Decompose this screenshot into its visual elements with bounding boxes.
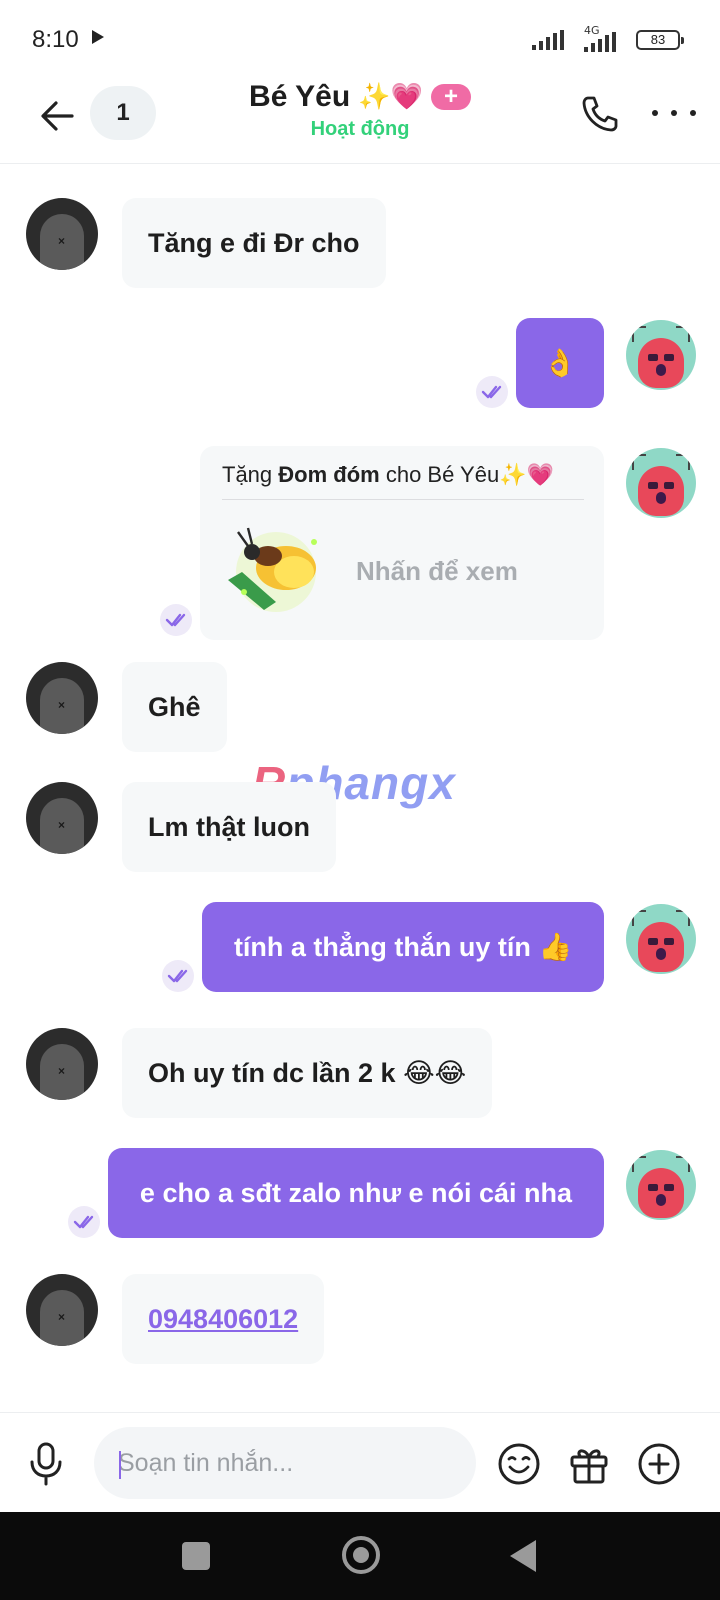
message-bubble-outgoing[interactable]: tính a thẳng thắn uy tín 👍 xyxy=(202,902,604,992)
home-button[interactable] xyxy=(342,1536,380,1574)
message-input[interactable] xyxy=(94,1427,476,1499)
message-bubble-incoming[interactable]: Ghê xyxy=(122,662,227,752)
my-avatar[interactable] xyxy=(626,448,696,518)
message-bubble-incoming[interactable]: Lm thật luon xyxy=(122,782,336,872)
contact-avatar[interactable]: × xyxy=(26,1028,98,1100)
message-composer xyxy=(0,1412,720,1512)
gift-message-card[interactable]: Tặng Đom đóm cho Bé Yêu✨💗 Nhấn để xem xyxy=(200,446,604,640)
microphone-icon[interactable] xyxy=(26,1441,66,1487)
message-bubble-incoming[interactable]: Oh uy tín dc lần 2 k 😂😂 xyxy=(122,1028,493,1118)
signal-4g-icon xyxy=(584,32,616,52)
signal-icon xyxy=(532,30,564,50)
contact-name: Bé Yêu xyxy=(249,80,351,113)
gift-title: Tặng Đom đóm cho Bé Yêu✨💗 xyxy=(222,462,554,488)
recent-apps-button[interactable] xyxy=(182,1542,210,1570)
play-icon xyxy=(92,30,104,44)
message-bubble-outgoing[interactable]: e cho a sđt zalo như e nói cái nha xyxy=(108,1148,604,1238)
message-bubble-incoming[interactable]: 0948406012 xyxy=(122,1274,325,1364)
message-bubble-outgoing[interactable]: 👌 xyxy=(516,318,604,408)
system-nav-bar xyxy=(0,1512,720,1600)
seen-check-icon xyxy=(476,376,508,408)
system-back-button[interactable] xyxy=(510,1540,536,1572)
plus-icon[interactable] xyxy=(636,1441,682,1487)
status-time: 8:10 xyxy=(32,26,79,53)
thumbs-up-emoji: 👍 xyxy=(538,932,573,963)
seen-check-icon xyxy=(68,1206,100,1238)
firefly-gift-icon xyxy=(228,527,317,612)
contact-avatar[interactable]: × xyxy=(26,782,98,854)
message-list[interactable]: × Tăng e đi Đr cho 👌 Tặng Đom đóm cho Bé… xyxy=(0,164,720,1412)
unread-count-badge[interactable]: 1 xyxy=(90,86,156,140)
seen-check-icon xyxy=(160,604,192,636)
add-friend-button[interactable]: + xyxy=(430,84,471,110)
contact-avatar[interactable]: × xyxy=(26,198,98,270)
battery-icon: 83 xyxy=(636,30,684,50)
chat-title-block[interactable]: Bé Yêu ✨💗 + Hoạt động xyxy=(150,80,570,141)
emoji-icon[interactable] xyxy=(496,1441,542,1487)
contact-avatar[interactable]: × xyxy=(26,1274,98,1346)
my-avatar[interactable] xyxy=(626,904,696,974)
title-emoji: ✨💗 xyxy=(358,82,423,112)
laughing-emoji: 😂😂 xyxy=(403,1058,467,1089)
ok-hand-emoji: 👌 xyxy=(543,348,577,379)
more-options-icon[interactable] xyxy=(652,106,696,120)
back-arrow-icon[interactable] xyxy=(36,94,80,138)
gift-icon[interactable] xyxy=(566,1441,612,1487)
message-bubble-incoming[interactable]: Tăng e đi Đr cho xyxy=(122,198,386,288)
chat-header: 1 Bé Yêu ✨💗 + Hoạt động xyxy=(0,80,720,164)
status-bar: 8:10 4G 83 xyxy=(0,0,720,80)
my-avatar[interactable] xyxy=(626,1150,696,1220)
text-caret xyxy=(119,1451,121,1479)
contact-avatar[interactable]: × xyxy=(26,662,98,734)
gift-view-link[interactable]: Nhấn để xem xyxy=(356,556,518,587)
online-status: Hoạt động xyxy=(310,118,410,140)
divider xyxy=(222,499,584,500)
gift-name: Đom đóm xyxy=(278,462,380,487)
my-avatar[interactable] xyxy=(626,320,696,390)
phone-icon[interactable] xyxy=(578,92,622,136)
seen-check-icon xyxy=(162,960,194,992)
phone-number-link[interactable]: 0948406012 xyxy=(148,1304,298,1334)
